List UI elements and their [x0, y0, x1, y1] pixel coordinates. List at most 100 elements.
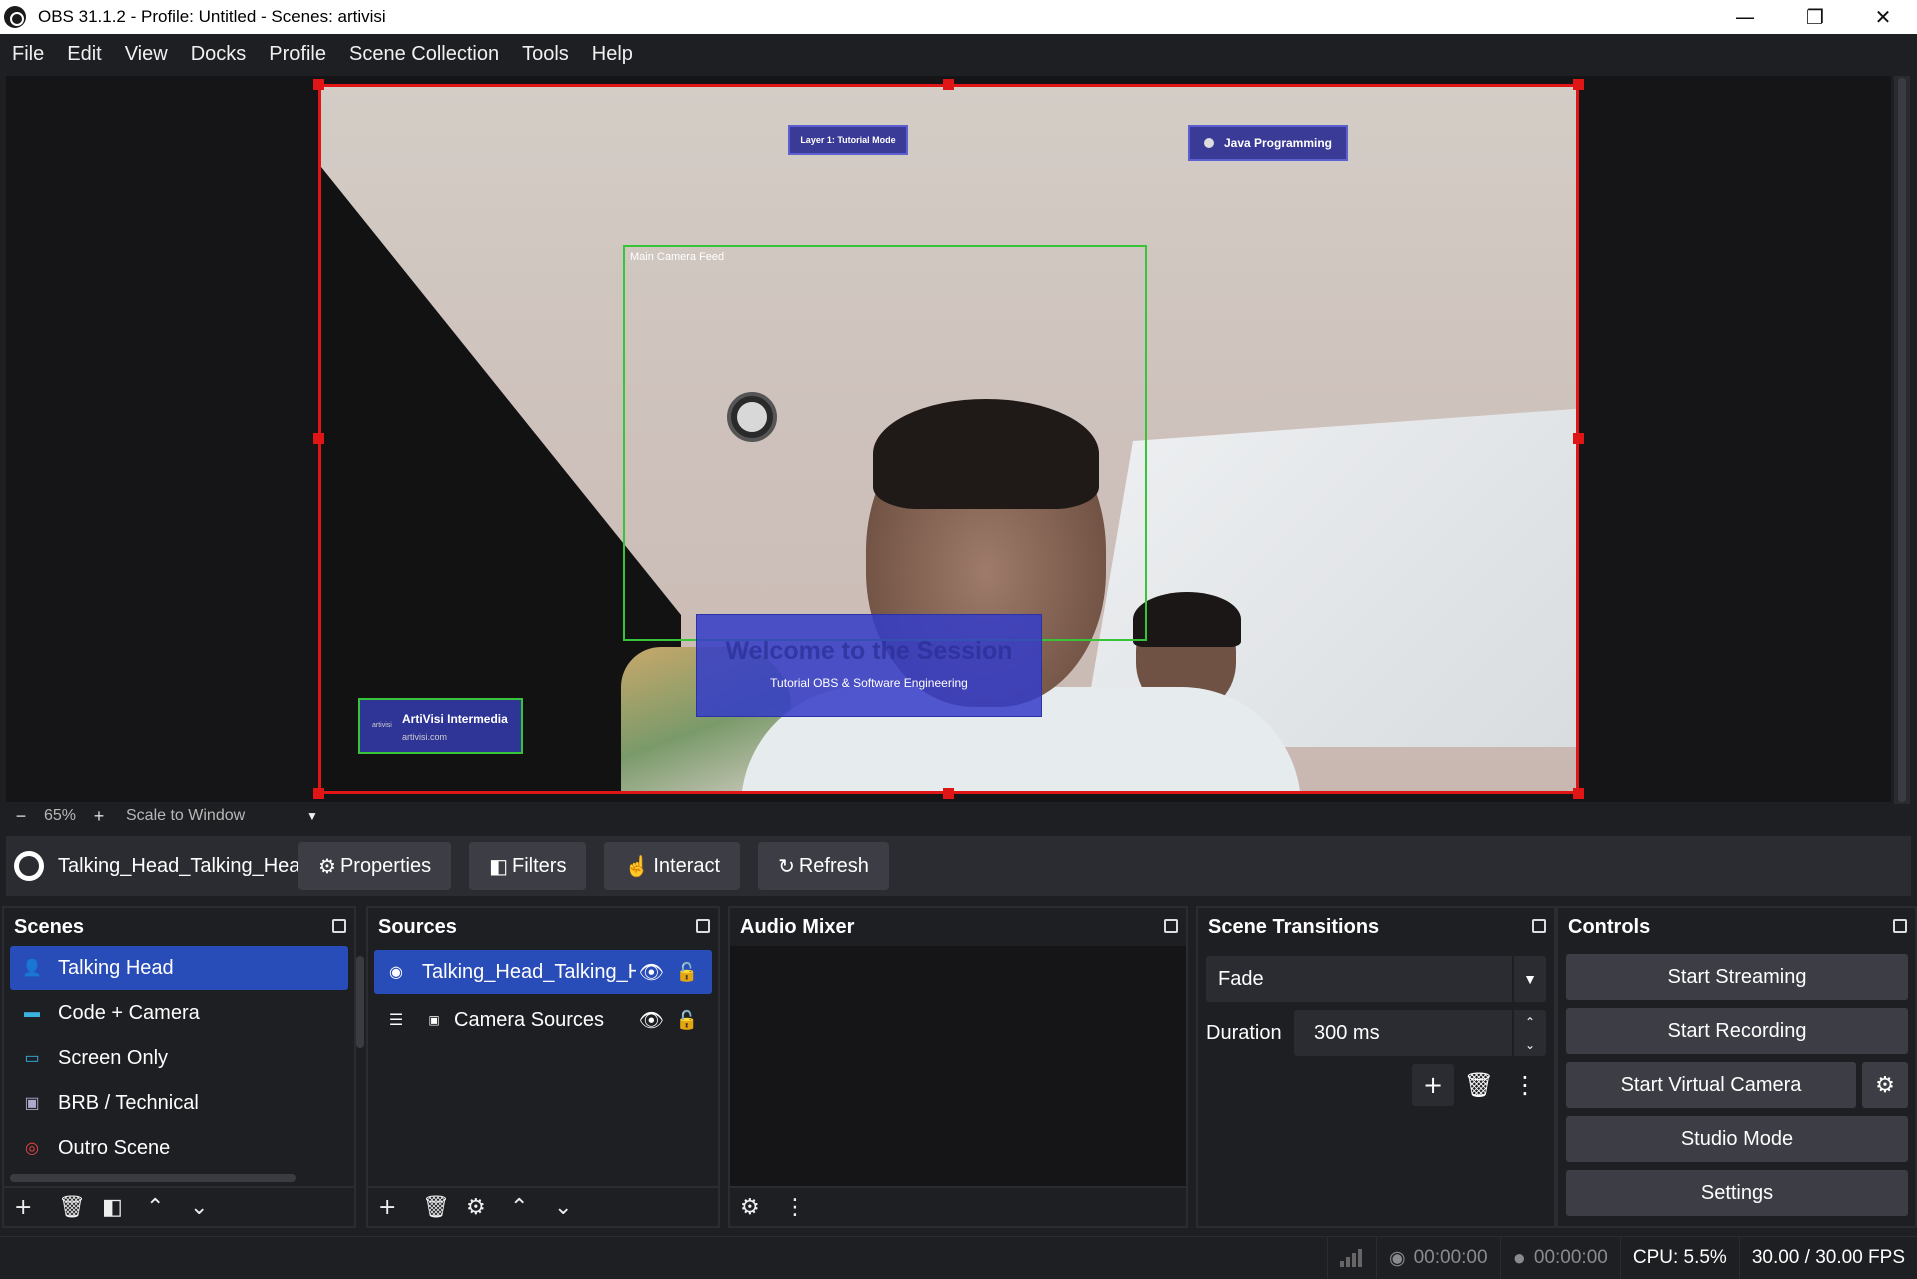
undock-icon[interactable] [1164, 919, 1178, 933]
minimize-button[interactable]: — [1710, 0, 1780, 34]
desktop-icon: ▭ [24, 1050, 40, 1067]
lock-icon[interactable]: 🔓 [676, 962, 698, 983]
move-source-up-button[interactable]: ⌃ [510, 1195, 554, 1220]
resize-handle-right[interactable] [1573, 433, 1584, 444]
record-time: 00:00:00 [1533, 1247, 1608, 1268]
scenes-horizontal-scrollbar[interactable] [10, 1174, 296, 1182]
resize-handle-left[interactable] [313, 433, 324, 444]
target-icon: ◎ [25, 1140, 39, 1157]
visibility-eye-icon[interactable]: 👁 [639, 1008, 664, 1033]
resize-handle-top-right[interactable] [1573, 79, 1584, 90]
source-properties-button[interactable]: ⚙ [466, 1195, 510, 1220]
scene-item-screen-only[interactable]: ▭ Screen Only [10, 1036, 348, 1080]
remove-transition-button[interactable]: 🗑 [1458, 1064, 1500, 1106]
refresh-button[interactable]: ↻ Refresh [758, 842, 889, 890]
obs-logo-icon [4, 6, 26, 28]
pointer-hand-icon: ☝ [624, 855, 650, 878]
menu-help[interactable]: Help [592, 43, 633, 66]
start-recording-button[interactable]: Start Recording [1566, 1008, 1908, 1054]
advanced-audio-gear-icon[interactable]: ⚙ [740, 1195, 784, 1220]
scenes-toolbar: + 🗑 ◧ ⌃ ⌄ [4, 1186, 354, 1226]
remove-scene-button[interactable]: 🗑 [58, 1195, 102, 1220]
scene-item-code-camera[interactable]: ▬ Code + Camera [10, 991, 348, 1035]
undock-icon[interactable] [696, 919, 710, 933]
filters-label: Filters [512, 854, 567, 877]
menu-profile[interactable]: Profile [269, 43, 326, 66]
zoom-in-button[interactable]: + [84, 806, 114, 827]
menu-edit[interactable]: Edit [67, 43, 101, 66]
undock-icon[interactable] [1893, 919, 1907, 933]
settings-button[interactable]: Settings [1566, 1170, 1908, 1216]
menu-docks[interactable]: Docks [191, 43, 247, 66]
resize-handle-bottom[interactable] [943, 788, 954, 799]
sources-list: ◉ Talking_Head_Talking_Head 👁 🔓 ☰ ▣ Came… [368, 946, 718, 1186]
record-status: ● 00:00:00 [1499, 1236, 1620, 1279]
lock-icon[interactable]: 🔓 [676, 1010, 698, 1031]
studio-mode-button[interactable]: Studio Mode [1566, 1116, 1908, 1162]
title-bar: OBS 31.1.2 - Profile: Untitled - Scenes:… [0, 0, 1917, 34]
start-virtual-camera-button[interactable]: Start Virtual Camera [1566, 1062, 1856, 1108]
add-scene-button[interactable]: + [14, 1195, 58, 1220]
selected-source-name: Talking_Head_Talking_Head [58, 854, 298, 877]
preview-canvas[interactable]: Layer 1: Tutorial Mode Java Programming … [318, 84, 1579, 794]
scale-mode-select[interactable]: Scale to Window [126, 807, 306, 825]
move-source-down-button[interactable]: ⌄ [554, 1195, 598, 1220]
zoom-out-button[interactable]: − [6, 806, 36, 827]
scene-filters-button[interactable]: ◧ [102, 1195, 146, 1220]
start-streaming-button[interactable]: Start Streaming [1566, 954, 1908, 1000]
source-item-talking-head[interactable]: ◉ Talking_Head_Talking_Head 👁 🔓 [374, 950, 712, 994]
remove-source-button[interactable]: 🗑 [422, 1195, 466, 1220]
move-scene-up-button[interactable]: ⌃ [146, 1195, 190, 1220]
source-item-camera-sources[interactable]: ☰ ▣ Camera Sources 👁 🔓 [374, 998, 712, 1042]
resize-handle-top[interactable] [943, 79, 954, 90]
chevron-down-icon[interactable]: ⌄ [1525, 1038, 1535, 1052]
sources-vertical-scrollbar[interactable] [356, 956, 364, 1048]
close-button[interactable]: ✕ [1848, 0, 1917, 34]
scenes-list: 👤 Talking Head ▬ Code + Camera ▭ Screen … [4, 946, 354, 1186]
sources-dock: Sources ◉ Talking_Head_Talking_Head 👁 🔓 … [356, 906, 720, 1228]
scene-label: Talking Head [58, 956, 174, 979]
filters-button[interactable]: ◧ Filters [469, 842, 587, 890]
resize-handle-bottom-right[interactable] [1573, 788, 1584, 799]
virtual-camera-settings-gear-icon[interactable]: ⚙ [1862, 1062, 1908, 1108]
resize-handle-bottom-left[interactable] [313, 788, 324, 799]
undock-icon[interactable] [332, 919, 346, 933]
refresh-label: Refresh [798, 854, 869, 877]
add-source-button[interactable]: + [378, 1195, 422, 1220]
visibility-eye-icon[interactable]: 👁 [639, 960, 664, 985]
welcome-subtitle: Tutorial OBS & Software Engineering [770, 676, 968, 690]
add-transition-button[interactable]: + [1412, 1064, 1454, 1106]
move-scene-down-button[interactable]: ⌄ [190, 1195, 234, 1220]
scene-item-outro[interactable]: ◎ Outro Scene [10, 1126, 348, 1170]
transition-select[interactable]: Fade ▼ [1206, 956, 1546, 1002]
chevron-down-icon[interactable]: ▼ [1512, 956, 1546, 1002]
chevron-up-icon[interactable]: ⌃ [1525, 1015, 1535, 1029]
transition-select-value: Fade [1218, 967, 1264, 990]
menu-view[interactable]: View [125, 43, 168, 66]
transition-more-options-icon[interactable]: ⋮ [1504, 1064, 1546, 1106]
undock-icon[interactable] [1532, 919, 1546, 933]
menu-scene-collection[interactable]: Scene Collection [349, 43, 499, 66]
interact-button[interactable]: ☝ Interact [604, 842, 741, 890]
menu-file[interactable]: File [12, 43, 44, 66]
properties-button[interactable]: ⚙ Properties [298, 842, 452, 890]
preview-scrollbar[interactable] [1894, 76, 1910, 804]
resize-handle-top-left[interactable] [313, 79, 324, 90]
interact-label: Interact [653, 854, 721, 877]
sources-title: Sources [378, 915, 457, 938]
java-badge: Java Programming [1188, 125, 1348, 161]
restore-button[interactable]: ❐ [1780, 0, 1850, 34]
scene-item-talking-head[interactable]: 👤 Talking Head [10, 946, 348, 990]
duration-input[interactable]: 300 ms ⌃ ⌄ [1294, 1010, 1546, 1056]
browser-source-icon [14, 851, 44, 881]
camera-feed-bounds[interactable]: Main Camera Feed [623, 245, 1147, 641]
duration-spinner[interactable]: ⌃ ⌄ [1512, 1010, 1546, 1056]
scene-item-brb-technical[interactable]: ▣ BRB / Technical [10, 1081, 348, 1125]
person-icon: 👤 [22, 960, 42, 977]
scene-transitions-title: Scene Transitions [1208, 915, 1380, 938]
more-options-icon[interactable]: ⋮ [784, 1195, 828, 1220]
chevron-down-icon[interactable]: ▼ [306, 809, 318, 823]
scene-label: BRB / Technical [58, 1091, 199, 1114]
menu-tools[interactable]: Tools [522, 43, 569, 66]
cpu-usage: CPU: 5.5% [1619, 1236, 1739, 1279]
